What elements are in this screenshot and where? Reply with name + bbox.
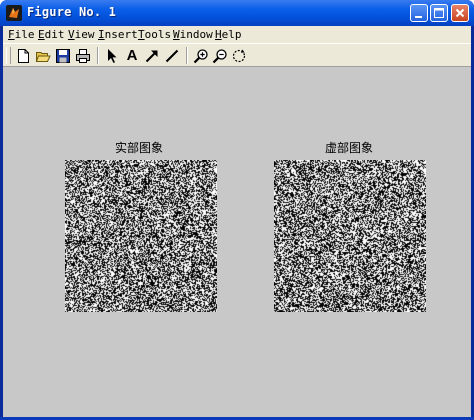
zoom-in-button[interactable] — [191, 46, 211, 65]
figure-window: Figure No. 1 File Edit View Insert Tools… — [0, 0, 474, 420]
minimize-icon — [415, 16, 422, 18]
axes-2-title: 虚部图象 — [324, 141, 373, 155]
axes-2-imag-image[interactable] — [274, 160, 426, 312]
rotate-icon — [232, 49, 246, 62]
save-figure-button[interactable] — [53, 46, 73, 65]
toolbar-separator — [97, 47, 99, 64]
insert-line-button[interactable] — [162, 46, 182, 65]
menu-file[interactable]: File — [8, 28, 35, 41]
maximize-icon — [434, 8, 444, 18]
insert-arrow-button[interactable] — [142, 46, 162, 65]
matlab-app-icon[interactable] — [6, 5, 22, 21]
print-icon — [76, 48, 90, 63]
menu-tools[interactable]: Tools — [138, 28, 171, 41]
zoom-out-button[interactable] — [210, 46, 230, 65]
text-icon: A — [126, 47, 138, 64]
figure-toolbar: A — [3, 43, 471, 67]
print-figure-button[interactable] — [73, 46, 93, 65]
menu-view[interactable]: View — [68, 28, 95, 41]
select-arrow-icon — [108, 48, 117, 63]
window-client-area: File Edit View Insert Tools Window Help — [3, 26, 471, 417]
close-icon — [455, 8, 465, 18]
close-button[interactable] — [451, 4, 469, 22]
zoom-out-icon — [212, 48, 227, 63]
minimize-button[interactable] — [410, 4, 428, 22]
insert-text-button[interactable]: A — [122, 46, 142, 65]
menu-window[interactable]: Window — [173, 28, 213, 41]
real-part-noise-image — [65, 160, 217, 312]
open-file-button[interactable] — [33, 46, 53, 65]
new-figure-button[interactable] — [13, 46, 33, 65]
imaginary-part-noise-image — [274, 160, 426, 312]
axes-1-real-image[interactable] — [65, 160, 217, 312]
menu-help[interactable]: Help — [215, 28, 242, 41]
toolbar-grip[interactable] — [6, 47, 11, 64]
maximize-button[interactable] — [430, 4, 448, 22]
new-file-icon — [18, 48, 29, 63]
zoom-in-icon — [193, 48, 208, 63]
save-icon — [56, 48, 70, 63]
menu-insert[interactable]: Insert — [98, 28, 138, 41]
arrow-icon — [145, 50, 158, 62]
rotate-3d-button[interactable] — [229, 46, 249, 65]
window-title: Figure No. 1 — [27, 5, 117, 19]
menu-edit[interactable]: Edit — [38, 28, 65, 41]
line-icon — [165, 49, 179, 62]
menu-bar: File Edit View Insert Tools Window Help — [3, 26, 471, 43]
open-folder-icon — [35, 51, 51, 62]
axes-1-title: 实部图象 — [114, 141, 163, 155]
title-bar[interactable]: Figure No. 1 — [0, 0, 474, 26]
toolbar-separator — [186, 47, 188, 64]
edit-plot-button[interactable] — [102, 46, 122, 65]
